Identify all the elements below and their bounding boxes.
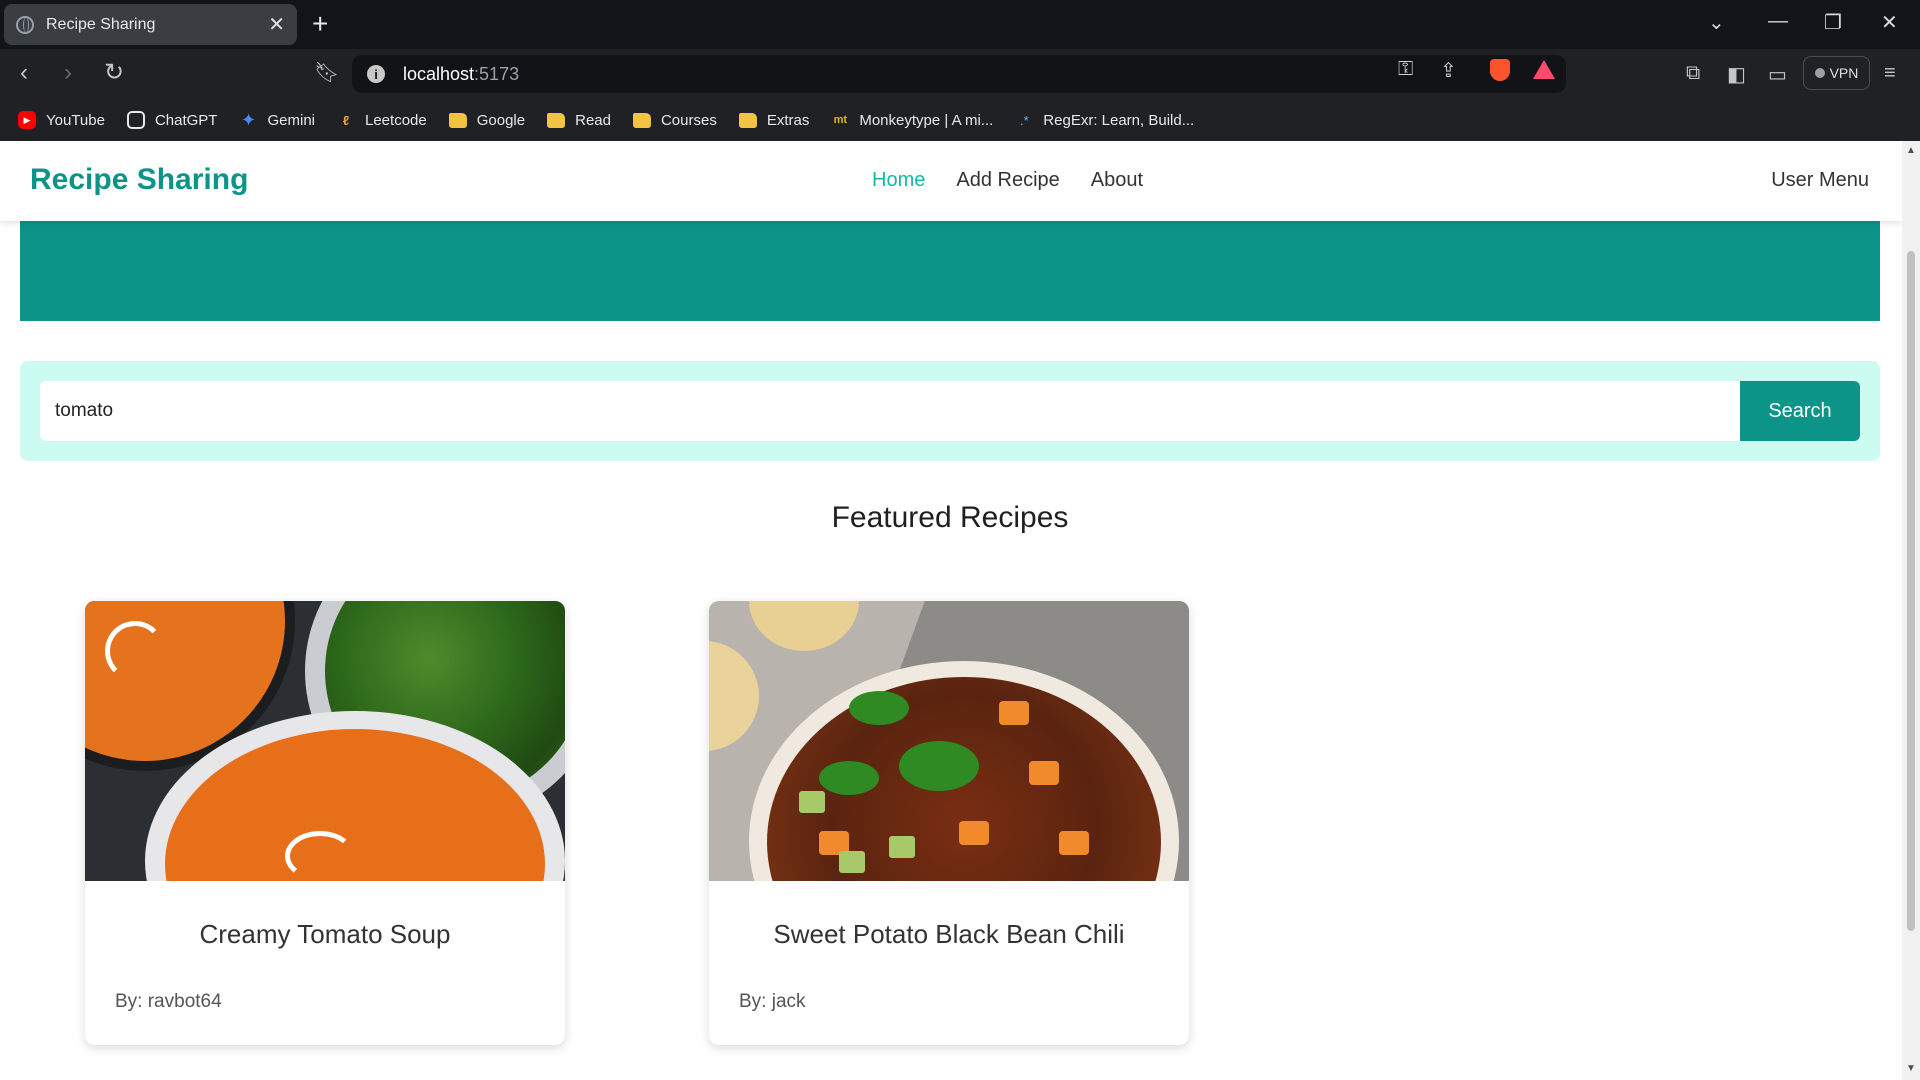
bookmark-monkeytype[interactable]: mt Monkeytype | A mi...	[831, 111, 994, 129]
browser-tab-strip: Recipe Sharing ✕ + ⌄ — ❐ ✕	[0, 0, 1920, 49]
site-info-icon[interactable]: i	[367, 65, 385, 83]
bookmark-label: RegExr: Learn, Build...	[1043, 111, 1195, 129]
bookmark-label: Google	[476, 111, 526, 129]
brave-rewards-icon[interactable]	[1533, 60, 1555, 79]
minimize-button[interactable]: —	[1768, 10, 1788, 33]
address-bar[interactable]: i localhost :5173	[352, 55, 1566, 93]
scroll-down-icon[interactable]: ▼	[1906, 1063, 1916, 1074]
monkeytype-icon: mt	[833, 114, 848, 126]
tab-search-icon[interactable]: ⌄	[1708, 10, 1725, 35]
nav-add-recipe[interactable]: Add Recipe	[956, 169, 1059, 192]
search-button[interactable]: Search	[1740, 381, 1860, 441]
wallet-icon[interactable]: ▭	[1768, 62, 1787, 87]
nav-home[interactable]: Home	[872, 169, 925, 192]
brave-shields-icon[interactable]	[1490, 59, 1510, 81]
bookmark-folder-extras[interactable]: Extras	[738, 111, 810, 129]
tab-title: Recipe Sharing	[46, 15, 156, 33]
forward-button[interactable]: ›	[64, 61, 72, 85]
bookmark-label: Read	[575, 111, 611, 129]
recipe-title: Sweet Potato Black Bean Chili	[773, 919, 1125, 949]
vpn-label: VPN	[1829, 65, 1859, 81]
app-navbar: Recipe Sharing Home Add Recipe About Use…	[0, 141, 1902, 221]
browser-tab[interactable]: Recipe Sharing ✕	[4, 4, 297, 45]
recipe-card[interactable]: Sweet Potato Black Bean Chili By: jack	[709, 601, 1189, 1045]
bookmark-icon[interactable]: 🔖︎	[314, 61, 339, 85]
sidebar-icon[interactable]: ◧	[1727, 62, 1746, 87]
brand-logo[interactable]: Recipe Sharing	[30, 163, 248, 197]
scroll-up-icon[interactable]: ▲	[1906, 145, 1916, 156]
url-port: :5173	[474, 63, 520, 84]
page-viewport: Recipe Sharing Home Add Recipe About Use…	[0, 141, 1902, 1080]
search-input[interactable]	[40, 381, 1740, 441]
folder-icon	[632, 112, 651, 128]
bookmark-label: Extras	[766, 111, 810, 129]
reload-button[interactable]: ↻	[104, 61, 124, 85]
page-scrollbar[interactable]: ▲ ▼	[1902, 141, 1920, 1080]
vpn-status-icon	[1814, 68, 1825, 78]
restore-button[interactable]: ❐	[1824, 10, 1842, 35]
recipe-title: Creamy Tomato Soup	[199, 919, 451, 949]
back-button[interactable]: ‹	[20, 61, 28, 85]
url-host: localhost	[403, 63, 475, 84]
bookmark-label: Monkeytype | A mi...	[859, 111, 994, 129]
recipe-image-chili	[709, 601, 1189, 881]
hero-banner	[20, 221, 1880, 321]
folder-icon	[547, 112, 566, 128]
close-window-button[interactable]: ✕	[1881, 10, 1898, 35]
bookmark-label: ChatGPT	[154, 111, 218, 129]
browser-toolbar: ‹ › ↻ 🔖︎ i localhost :5173 ⚿ ⇪ ⧉ ◧ ▭ VPN…	[0, 49, 1920, 99]
chatgpt-icon	[126, 111, 145, 129]
bookmark-leetcode[interactable]: ℓ Leetcode	[337, 111, 427, 129]
bookmarks-bar: ▶ YouTube ChatGPT ✦ Gemini ℓ Leetcode Googl…	[0, 99, 1920, 141]
recipe-card[interactable]: Creamy Tomato Soup By: ravbot64	[85, 601, 565, 1045]
bookmark-regexr[interactable]: .* RegExr: Learn, Build...	[1015, 111, 1194, 129]
extensions-icon[interactable]: ⧉	[1686, 62, 1700, 85]
vpn-button[interactable]: VPN	[1803, 56, 1870, 90]
bookmark-gemini[interactable]: ✦ Gemini	[239, 109, 315, 130]
user-menu[interactable]: User Menu	[1771, 169, 1869, 192]
regexr-icon: .*	[1019, 112, 1029, 128]
globe-icon	[16, 15, 34, 34]
bookmark-youtube[interactable]: ▶ YouTube	[18, 111, 105, 129]
folder-icon	[738, 112, 757, 128]
leetcode-icon: ℓ	[342, 112, 350, 128]
youtube-icon: ▶	[18, 111, 36, 129]
share-icon[interactable]: ⇪	[1440, 58, 1457, 83]
close-tab-icon[interactable]: ✕	[268, 12, 285, 37]
main-nav: Home Add Recipe About	[872, 169, 1143, 192]
featured-heading: Featured Recipes	[831, 501, 1069, 534]
bookmark-folder-google[interactable]: Google	[448, 111, 526, 129]
search-panel: Search	[20, 361, 1880, 461]
recipe-image-tomato-soup	[85, 601, 565, 881]
recipe-author: By: ravbot64	[115, 991, 222, 1012]
scrollbar-thumb[interactable]	[1907, 251, 1915, 931]
bookmark-label: YouTube	[46, 111, 105, 129]
bookmark-folder-courses[interactable]: Courses	[632, 111, 717, 129]
new-tab-button[interactable]: +	[312, 8, 328, 40]
key-icon[interactable]: ⚿	[1398, 58, 1413, 81]
bookmark-label: Courses	[660, 111, 717, 129]
nav-about[interactable]: About	[1091, 169, 1143, 192]
menu-icon[interactable]: ≡	[1884, 62, 1896, 85]
bookmark-label: Gemini	[267, 111, 315, 129]
gemini-icon: ✦	[240, 109, 257, 130]
bookmark-chatgpt[interactable]: ChatGPT	[126, 111, 218, 129]
recipe-author: By: jack	[739, 991, 806, 1012]
bookmark-label: Leetcode	[365, 111, 427, 129]
folder-icon	[448, 112, 467, 128]
bookmark-folder-read[interactable]: Read	[547, 112, 611, 129]
